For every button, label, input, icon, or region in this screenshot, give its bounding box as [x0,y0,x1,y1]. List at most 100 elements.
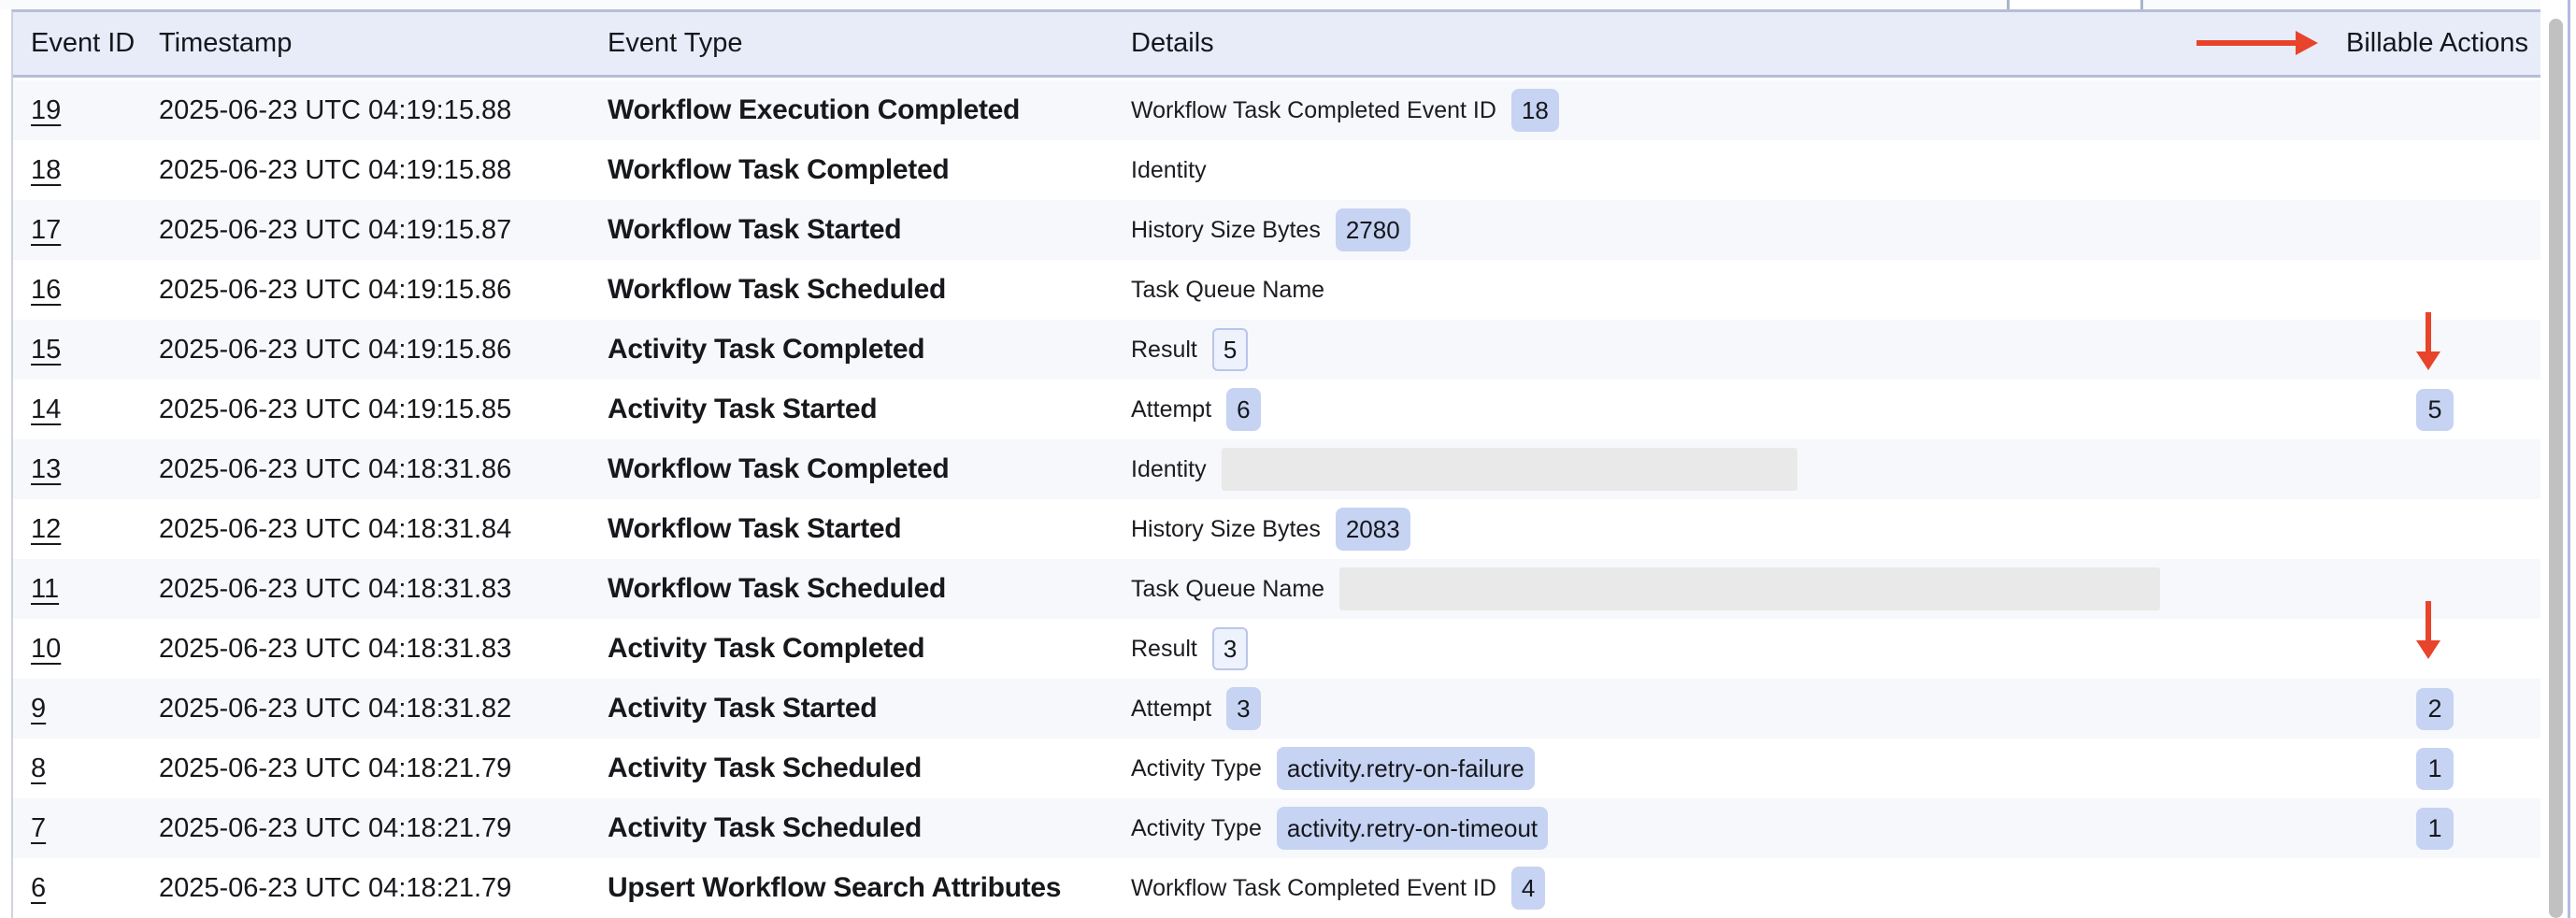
event-id-link[interactable]: 17 [31,215,61,245]
detail-value-badge: activity.retry-on-timeout [1277,807,1548,850]
event-type: Workflow Task Scheduled [608,573,1131,605]
timestamp: 2025-06-23 UTC 04:19:15.88 [159,155,608,186]
event-id-link[interactable]: 18 [31,155,61,185]
table-row[interactable]: 14 2025-06-23 UTC 04:19:15.85 Activity T… [13,380,2540,439]
detail-label: Result [1131,337,1197,364]
event-id-link[interactable]: 16 [31,275,61,305]
event-type: Activity Task Started [608,693,1131,724]
timestamp: 2025-06-23 UTC 04:19:15.85 [159,394,608,425]
timestamp: 2025-06-23 UTC 04:18:21.79 [159,753,608,784]
detail-label: Attempt [1131,396,1211,423]
column-header-billable-actions: Billable Actions [2346,28,2524,59]
billable-actions-badge: 2 [2416,688,2453,730]
detail-value-badge: 3 [1226,687,1260,730]
detail-value-badge: 2083 [1336,508,1410,551]
detail-value-badge: 18 [1511,89,1559,132]
details-cell: Activity Type activity.retry-on-timeout [1131,807,2346,850]
event-id-cell: 13 [31,454,159,485]
detail-label: Identity [1131,157,1207,184]
detail-value-badge: 2780 [1336,208,1410,251]
redacted-value-block [1222,448,1797,491]
timestamp: 2025-06-23 UTC 04:18:21.79 [159,813,608,844]
event-id-link[interactable]: 14 [31,394,61,424]
detail-label: Attempt [1131,696,1211,723]
event-id-cell: 11 [31,574,159,605]
timestamp: 2025-06-23 UTC 04:18:31.84 [159,514,608,545]
timestamp: 2025-06-23 UTC 04:18:31.86 [159,454,608,485]
timestamp: 2025-06-23 UTC 04:18:31.83 [159,574,608,605]
details-cell: Identity [1131,448,2346,491]
event-id-cell: 18 [31,155,159,186]
event-type: Workflow Task Started [608,214,1131,246]
timestamp: 2025-06-23 UTC 04:19:15.88 [159,95,608,126]
timestamp: 2025-06-23 UTC 04:19:15.87 [159,215,608,246]
event-id-link[interactable]: 12 [31,514,61,544]
detail-label: Workflow Task Completed Event ID [1131,97,1496,124]
table-row[interactable]: 18 2025-06-23 UTC 04:19:15.88 Workflow T… [13,140,2540,200]
event-id-link[interactable]: 10 [31,634,61,664]
details-cell: Result 5 [1131,328,2346,371]
table-header-row: Event ID Timestamp Event Type Details Bi… [13,12,2540,78]
event-id-cell: 19 [31,95,159,126]
vertical-scrollbar [2540,0,2576,918]
timestamp: 2025-06-23 UTC 04:18:31.83 [159,634,608,665]
event-type: Workflow Task Started [608,513,1131,545]
event-type: Activity Task Scheduled [608,753,1131,784]
detail-label: Identity [1131,456,1207,483]
event-type: Activity Task Started [608,394,1131,425]
billable-actions-badge: 1 [2416,748,2453,790]
event-history-page: Event ID Timestamp Event Type Details Bi… [0,0,2576,918]
table-row[interactable]: 7 2025-06-23 UTC 04:18:21.79 Activity Ta… [13,798,2540,858]
event-type: Activity Task Completed [608,334,1131,366]
table-row[interactable]: 10 2025-06-23 UTC 04:18:31.83 Activity T… [13,619,2540,679]
event-id-link[interactable]: 6 [31,873,46,903]
detail-value-badge: 4 [1511,867,1545,910]
details-cell: History Size Bytes 2083 [1131,508,2346,551]
details-cell: Activity Type activity.retry-on-failure [1131,747,2346,790]
event-id-link[interactable]: 19 [31,95,61,125]
details-cell: Result 3 [1131,627,2346,670]
event-id-cell: 6 [31,873,159,904]
table-row[interactable]: 8 2025-06-23 UTC 04:18:21.79 Activity Ta… [13,739,2540,798]
detail-value-badge: activity.retry-on-failure [1277,747,1535,790]
billable-actions-cell: 1 [2346,748,2524,790]
billable-actions-badge: 1 [2416,808,2453,850]
table-row[interactable]: 9 2025-06-23 UTC 04:18:31.82 Activity Ta… [13,679,2540,739]
table-row[interactable]: 13 2025-06-23 UTC 04:18:31.86 Workflow T… [13,439,2540,499]
details-cell: History Size Bytes 2780 [1131,208,2346,251]
scrollbar-thumb[interactable] [2549,19,2563,918]
table-row[interactable]: 15 2025-06-23 UTC 04:19:15.86 Activity T… [13,320,2540,380]
top-strip [0,0,2576,9]
detail-label: Result [1131,636,1197,663]
details-cell: Task Queue Name [1131,277,2346,304]
event-type: Workflow Task Completed [608,453,1131,485]
table-row[interactable]: 12 2025-06-23 UTC 04:18:31.84 Workflow T… [13,499,2540,559]
event-id-link[interactable]: 13 [31,454,61,484]
table-row[interactable]: 17 2025-06-23 UTC 04:19:15.87 Workflow T… [13,200,2540,260]
detail-label: History Size Bytes [1131,516,1321,543]
table-body: 19 2025-06-23 UTC 04:19:15.88 Workflow E… [13,80,2540,918]
table-row[interactable]: 11 2025-06-23 UTC 04:18:31.83 Workflow T… [13,559,2540,619]
event-id-link[interactable]: 15 [31,335,61,365]
event-id-link[interactable]: 8 [31,753,46,783]
event-id-cell: 10 [31,634,159,665]
event-id-link[interactable]: 11 [31,574,59,604]
table-row[interactable]: 6 2025-06-23 UTC 04:18:21.79 Upsert Work… [13,858,2540,918]
detail-value-badge: 3 [1212,627,1248,670]
event-id-link[interactable]: 7 [31,813,46,843]
arrow-shaft [2426,312,2431,353]
timestamp: 2025-06-23 UTC 04:18:21.79 [159,873,608,904]
table-row[interactable]: 16 2025-06-23 UTC 04:19:15.86 Workflow T… [13,260,2540,320]
event-type: Workflow Execution Completed [608,94,1131,126]
details-cell: Attempt 3 [1131,687,2346,730]
event-id-link[interactable]: 9 [31,694,46,724]
event-type: Upsert Workflow Search Attributes [608,872,1131,904]
table-row[interactable]: 19 2025-06-23 UTC 04:19:15.88 Workflow E… [13,80,2540,140]
event-type: Activity Task Scheduled [608,812,1131,844]
event-id-cell: 9 [31,694,159,724]
event-type: Workflow Task Scheduled [608,274,1131,306]
timestamp: 2025-06-23 UTC 04:19:15.86 [159,275,608,306]
column-header-event-id: Event ID [31,28,159,59]
event-type: Activity Task Completed [608,633,1131,665]
column-header-event-type: Event Type [608,28,1131,59]
